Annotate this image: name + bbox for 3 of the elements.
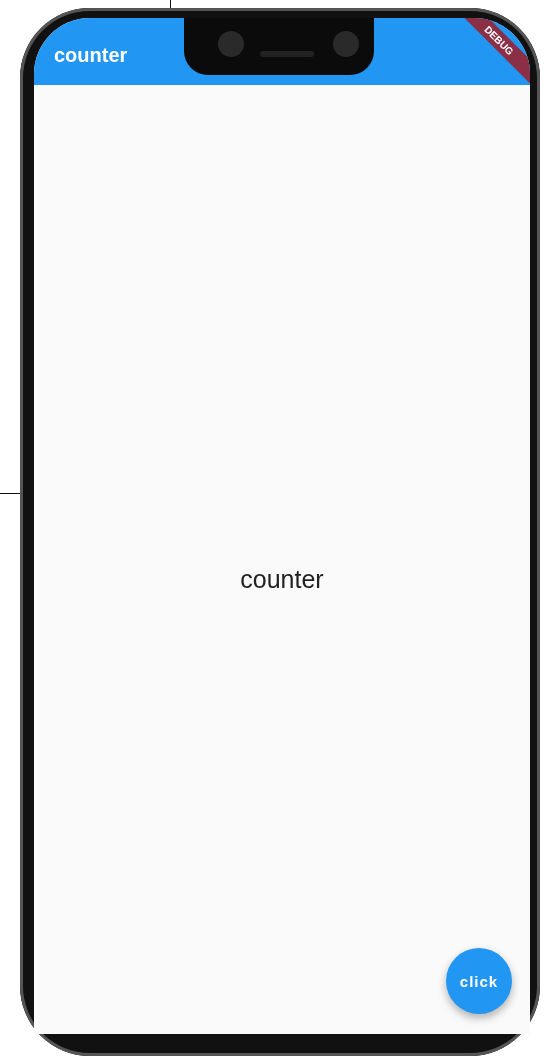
body-text: counter — [240, 565, 324, 594]
app-bar-title: counter — [54, 44, 128, 67]
click-button[interactable]: click — [446, 948, 512, 1014]
